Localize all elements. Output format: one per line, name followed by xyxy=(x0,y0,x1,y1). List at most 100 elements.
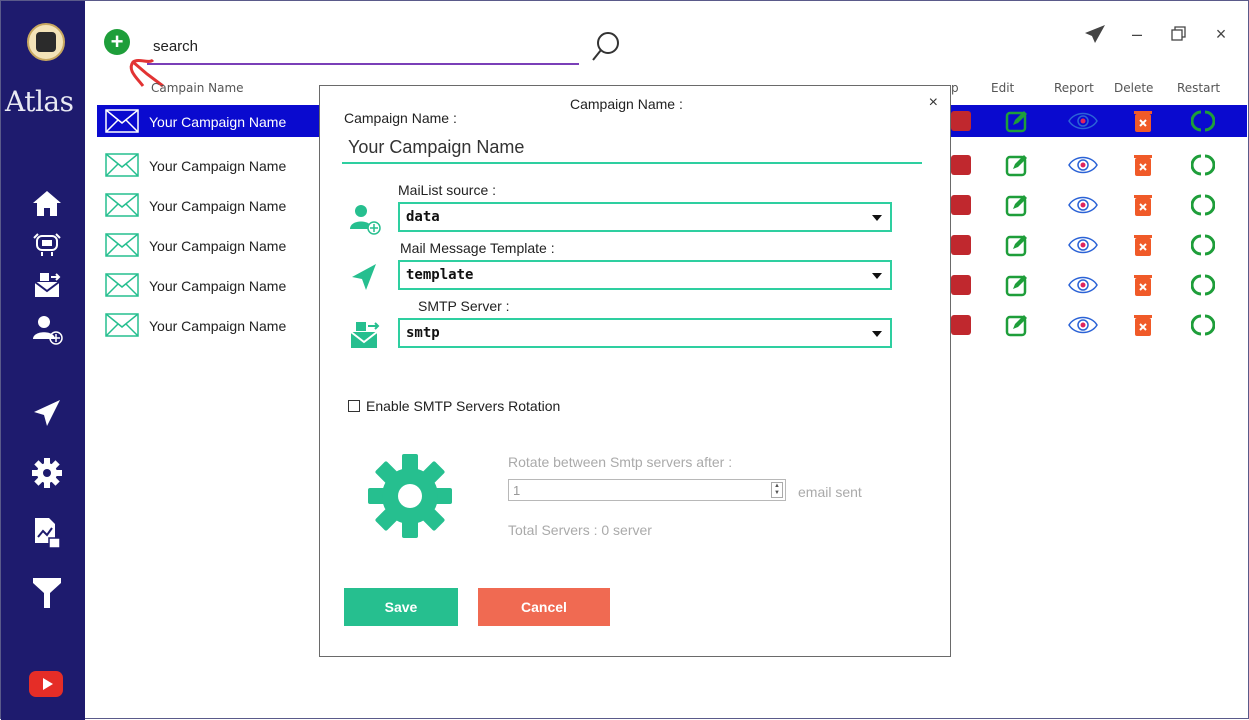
eye-report-icon[interactable] xyxy=(1067,313,1098,337)
col-header-p: p xyxy=(951,81,959,95)
col-header-delete: Delete xyxy=(1114,81,1154,95)
delete-trash-icon[interactable] xyxy=(1131,193,1155,217)
edit-icon[interactable] xyxy=(1005,109,1029,133)
campaign-name: Your Campaign Name xyxy=(149,318,287,334)
delete-trash-icon[interactable] xyxy=(1131,153,1155,177)
mailist-select[interactable]: data xyxy=(398,202,892,232)
window-controls: – × xyxy=(1084,23,1232,45)
mailist-label: MaiList source : xyxy=(398,182,497,198)
eye-report-icon[interactable] xyxy=(1067,193,1098,217)
smtp-select[interactable]: smtp xyxy=(398,318,892,348)
delete-trash-icon[interactable] xyxy=(1131,233,1155,257)
envelope-icon xyxy=(105,233,139,262)
restart-icon[interactable] xyxy=(1190,193,1216,217)
envelope-icon xyxy=(105,153,139,182)
eye-report-icon[interactable] xyxy=(1067,153,1098,177)
envelope-icon xyxy=(105,273,139,302)
edit-icon[interactable] xyxy=(1005,273,1029,297)
add-user-icon[interactable] xyxy=(29,311,65,347)
send-telegram-icon[interactable] xyxy=(1084,23,1106,45)
delete-trash-icon[interactable] xyxy=(1131,109,1155,133)
report-chart-icon[interactable] xyxy=(29,515,65,551)
stop-icon[interactable] xyxy=(949,193,973,217)
campaign-name: Your Campaign Name xyxy=(149,158,287,174)
envelope-icon xyxy=(105,109,139,138)
campaign-dialog: Campaign Name : × Campaign Name : MaiLis… xyxy=(319,85,951,657)
delete-trash-icon[interactable] xyxy=(1131,313,1155,337)
stop-icon[interactable] xyxy=(949,109,973,133)
app-window: Atlas + – xyxy=(0,0,1249,720)
email-sent-label: email sent xyxy=(798,484,862,500)
campaign-name: Your Campaign Name xyxy=(149,278,287,294)
smtp-value: smtp xyxy=(406,325,440,341)
sidebar: Atlas xyxy=(1,1,85,720)
home-icon[interactable] xyxy=(29,185,65,221)
rotate-count-stepper[interactable]: 1 ▲ ▼ xyxy=(508,479,786,501)
close-dialog-button[interactable]: × xyxy=(929,94,938,112)
send-icon xyxy=(348,260,382,294)
delete-trash-icon[interactable] xyxy=(1131,273,1155,297)
add-campaign-button[interactable]: + xyxy=(104,29,130,55)
filter-icon[interactable] xyxy=(29,575,65,611)
dialog-title: Campaign Name : xyxy=(570,96,683,112)
close-window-button[interactable]: × xyxy=(1210,23,1232,45)
eye-report-icon[interactable] xyxy=(1067,109,1098,133)
template-value: template xyxy=(406,267,474,283)
chevron-down-icon xyxy=(872,273,882,279)
col-header-edit: Edit xyxy=(991,81,1015,95)
total-servers-text: Total Servers : 0 server xyxy=(508,522,652,538)
rotate-count-value: 1 xyxy=(513,483,521,498)
restart-icon[interactable] xyxy=(1190,273,1216,297)
restart-icon[interactable] xyxy=(1190,313,1216,337)
restart-icon[interactable] xyxy=(1190,109,1216,133)
envelope-icon xyxy=(105,313,139,342)
spinner-arrows-icon[interactable]: ▲ ▼ xyxy=(771,482,783,498)
app-logo xyxy=(27,23,65,61)
template-select[interactable]: template xyxy=(398,260,892,290)
edit-icon[interactable] xyxy=(1005,193,1029,217)
col-header-name[interactable]: Campain Name xyxy=(151,81,244,95)
search-icon[interactable] xyxy=(591,29,621,63)
campaign-name: Your Campaign Name xyxy=(149,198,287,214)
chevron-down-icon xyxy=(872,331,882,337)
smtp-mail-icon[interactable] xyxy=(29,267,65,303)
chevron-down-icon xyxy=(872,215,882,221)
template-label: Mail Message Template : xyxy=(400,240,555,256)
smtp-mail-icon xyxy=(348,318,382,352)
save-button[interactable]: Save xyxy=(344,588,458,626)
edit-icon[interactable] xyxy=(1005,313,1029,337)
stop-icon[interactable] xyxy=(949,233,973,257)
stop-icon[interactable] xyxy=(949,273,973,297)
add-user-icon xyxy=(348,202,382,236)
campaign-name: Your Campaign Name xyxy=(149,114,287,130)
cancel-button[interactable]: Cancel xyxy=(478,588,610,626)
eye-report-icon[interactable] xyxy=(1067,233,1098,257)
send-icon[interactable] xyxy=(29,395,65,431)
campaign-name-label: Campaign Name : xyxy=(344,110,457,126)
envelope-icon xyxy=(105,193,139,222)
robot-mail-icon[interactable] xyxy=(29,225,65,261)
edit-icon[interactable] xyxy=(1005,233,1029,257)
stop-icon[interactable] xyxy=(949,153,973,177)
stop-icon[interactable] xyxy=(949,313,973,337)
smtp-label: SMTP Server : xyxy=(418,298,510,314)
maximize-button[interactable] xyxy=(1168,23,1190,45)
campaign-name-field[interactable] xyxy=(342,132,922,164)
restart-icon[interactable] xyxy=(1190,233,1216,257)
search-input[interactable] xyxy=(147,29,579,65)
minimize-button[interactable]: – xyxy=(1126,23,1148,45)
rotate-label: Rotate between Smtp servers after : xyxy=(508,454,733,470)
settings-gear-icon xyxy=(366,452,454,540)
restart-icon[interactable] xyxy=(1190,153,1216,177)
youtube-icon[interactable] xyxy=(29,671,63,697)
rotation-option[interactable]: Enable SMTP Servers Rotation xyxy=(348,398,560,414)
eye-report-icon[interactable] xyxy=(1067,273,1098,297)
col-header-report: Report xyxy=(1054,81,1094,95)
campaign-name: Your Campaign Name xyxy=(149,238,287,254)
rotation-checkbox[interactable] xyxy=(348,400,360,412)
brand-title: Atlas xyxy=(5,85,74,118)
col-header-restart: Restart xyxy=(1177,81,1221,95)
settings-gear-icon[interactable] xyxy=(29,455,65,491)
mailist-value: data xyxy=(406,209,440,225)
edit-icon[interactable] xyxy=(1005,153,1029,177)
